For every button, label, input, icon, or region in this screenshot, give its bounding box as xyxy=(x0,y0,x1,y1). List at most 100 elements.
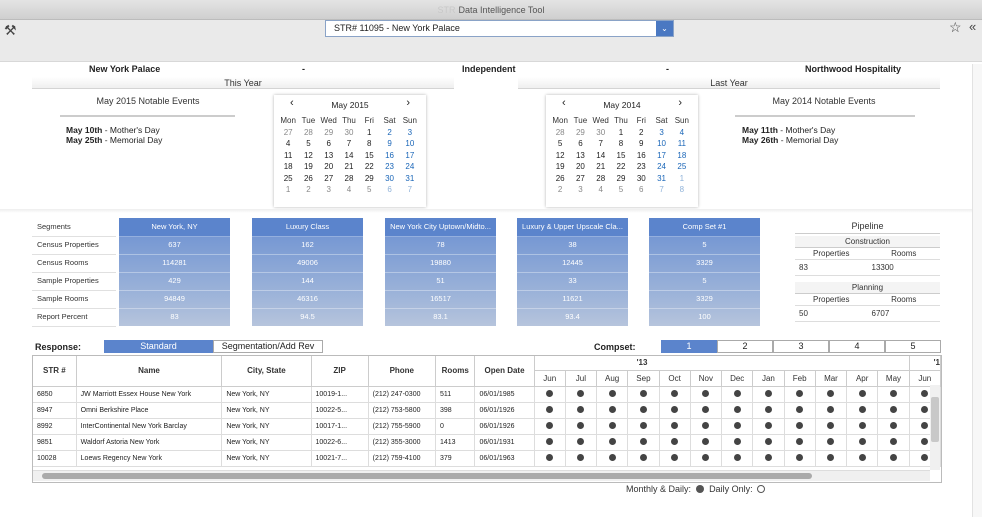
calendar-day[interactable]: 2 xyxy=(379,127,399,139)
calendar-day[interactable]: 22 xyxy=(359,161,379,173)
calendar-day[interactable]: 6 xyxy=(631,184,651,196)
calendar-day[interactable]: 13 xyxy=(319,150,339,162)
calendar-day[interactable]: 26 xyxy=(550,173,570,185)
horizontal-scroll-thumb[interactable] xyxy=(42,473,812,479)
calendar-day[interactable]: 11 xyxy=(672,138,692,150)
calendar-day[interactable]: 30 xyxy=(339,127,359,139)
calendar-day[interactable]: 7 xyxy=(591,138,611,150)
calendar-day[interactable]: 5 xyxy=(359,184,379,196)
calendar-day[interactable]: 16 xyxy=(379,150,399,162)
calendar-day[interactable]: 9 xyxy=(379,138,399,150)
calendar-day[interactable]: 5 xyxy=(611,184,631,196)
calendar-day[interactable]: 5 xyxy=(550,138,570,150)
compset-tab-2[interactable]: 2 xyxy=(717,340,773,353)
calendar-day[interactable]: 12 xyxy=(298,150,318,162)
calendar-day[interactable]: 19 xyxy=(298,161,318,173)
calendar-day[interactable]: 15 xyxy=(611,150,631,162)
segment-column-header[interactable]: Luxury & Upper Upscale Cla... xyxy=(517,218,628,237)
star-icon[interactable]: ☆ xyxy=(949,19,962,36)
calendar-day[interactable]: 10 xyxy=(651,138,671,150)
calendar-day[interactable]: 1 xyxy=(672,173,692,185)
chevron-right-icon[interactable]: › xyxy=(678,97,682,109)
table-row[interactable]: 8947 Omni Berkshire Place New York, NY 1002… xyxy=(33,402,941,419)
calendar-day[interactable]: 20 xyxy=(570,161,590,173)
calendar-day[interactable]: 22 xyxy=(611,161,631,173)
calendar-day[interactable]: 28 xyxy=(339,173,359,185)
calendar-day[interactable]: 15 xyxy=(359,150,379,162)
chevron-right-icon[interactable]: › xyxy=(406,97,410,109)
column-header[interactable]: Rooms xyxy=(435,356,476,387)
calendar-day[interactable]: 5 xyxy=(298,138,318,150)
calendar-day[interactable]: 30 xyxy=(591,127,611,139)
calendar-day[interactable]: 29 xyxy=(570,127,590,139)
calendar-day[interactable]: 25 xyxy=(278,173,298,185)
calendar-day[interactable]: 14 xyxy=(339,150,359,162)
calendar-day[interactable]: 24 xyxy=(651,161,671,173)
calendar-day[interactable]: 4 xyxy=(591,184,611,196)
compset-tab-3[interactable]: 3 xyxy=(773,340,829,353)
calendar-day[interactable]: 4 xyxy=(278,138,298,150)
page-scrollbar[interactable] xyxy=(972,64,982,517)
calendar-day[interactable]: 4 xyxy=(672,127,692,139)
calendar-day[interactable]: 28 xyxy=(298,127,318,139)
calendar-day[interactable]: 3 xyxy=(400,127,420,139)
calendar-day[interactable]: 7 xyxy=(400,184,420,196)
calendar-day[interactable]: 24 xyxy=(400,161,420,173)
segment-column-header[interactable]: New York, NY xyxy=(119,218,230,237)
calendar-day[interactable]: 1 xyxy=(359,127,379,139)
calendar-day[interactable]: 17 xyxy=(651,150,671,162)
calendar-day[interactable]: 3 xyxy=(651,127,671,139)
calendar-day[interactable]: 9 xyxy=(631,138,651,150)
calendar-day[interactable]: 29 xyxy=(611,173,631,185)
calendar-day[interactable]: 2 xyxy=(631,127,651,139)
table-row[interactable]: 10028 Loews Regency New York New York, NY 1… xyxy=(33,450,941,467)
daily-only-radio[interactable] xyxy=(757,485,766,493)
calendar-day[interactable]: 25 xyxy=(672,161,692,173)
calendar-day[interactable]: 30 xyxy=(379,173,399,185)
calendar-day[interactable]: 3 xyxy=(570,184,590,196)
compset-tab-4[interactable]: 4 xyxy=(829,340,885,353)
calendar-day[interactable]: 29 xyxy=(319,127,339,139)
calendar-day[interactable]: 17 xyxy=(400,150,420,162)
tab-segmentation[interactable]: Segmentation/Add Rev xyxy=(213,340,323,353)
calendar-day[interactable]: 21 xyxy=(339,161,359,173)
segment-column-header[interactable]: New York City Uptown/Midto... xyxy=(385,218,496,237)
calendar-day[interactable]: 11 xyxy=(278,150,298,162)
table-row[interactable]: 9851 Waldorf Astoria New York New York, NY… xyxy=(33,434,941,451)
calendar-day[interactable]: 2 xyxy=(298,184,318,196)
calendar-day[interactable]: 6 xyxy=(319,138,339,150)
column-header[interactable]: Name xyxy=(76,356,223,387)
calendar-day[interactable]: 6 xyxy=(570,138,590,150)
calendar-day[interactable]: 19 xyxy=(550,161,570,173)
column-header[interactable]: Open Date xyxy=(474,356,535,387)
compset-tab-5[interactable]: 5 xyxy=(885,340,941,353)
column-header[interactable]: City, State xyxy=(221,356,312,387)
wand-icon[interactable]: ⚒ xyxy=(4,22,17,39)
calendar-day[interactable]: 13 xyxy=(570,150,590,162)
calendar-day[interactable]: 8 xyxy=(672,184,692,196)
calendar-day[interactable]: 18 xyxy=(672,150,692,162)
collapse-icon[interactable]: « xyxy=(969,19,976,34)
calendar-day[interactable]: 14 xyxy=(591,150,611,162)
calendar-day[interactable]: 21 xyxy=(591,161,611,173)
calendar-day[interactable]: 8 xyxy=(359,138,379,150)
calendar-day[interactable]: 27 xyxy=(278,127,298,139)
calendar-day[interactable]: 30 xyxy=(631,173,651,185)
calendar-day[interactable]: 7 xyxy=(339,138,359,150)
monthly-daily-radio[interactable] xyxy=(695,485,704,493)
calendar-day[interactable]: 3 xyxy=(319,184,339,196)
calendar-day[interactable]: 27 xyxy=(570,173,590,185)
calendar-day[interactable]: 31 xyxy=(651,173,671,185)
calendar-day[interactable]: 4 xyxy=(339,184,359,196)
calendar-day[interactable]: 20 xyxy=(319,161,339,173)
calendar-day[interactable]: 23 xyxy=(631,161,651,173)
segment-column-header[interactable]: Comp Set #1 xyxy=(649,218,760,237)
calendar-day[interactable]: 26 xyxy=(298,173,318,185)
tab-standard[interactable]: Standard xyxy=(104,340,213,353)
calendar-day[interactable]: 12 xyxy=(550,150,570,162)
table-row[interactable]: 8992 InterContinental New York Barclay New… xyxy=(33,418,941,435)
calendar-day[interactable]: 28 xyxy=(591,173,611,185)
calendar-day[interactable]: 1 xyxy=(278,184,298,196)
table-row[interactable]: 6850 JW Marriott Essex House New York New … xyxy=(33,386,941,403)
calendar-day[interactable]: 27 xyxy=(319,173,339,185)
